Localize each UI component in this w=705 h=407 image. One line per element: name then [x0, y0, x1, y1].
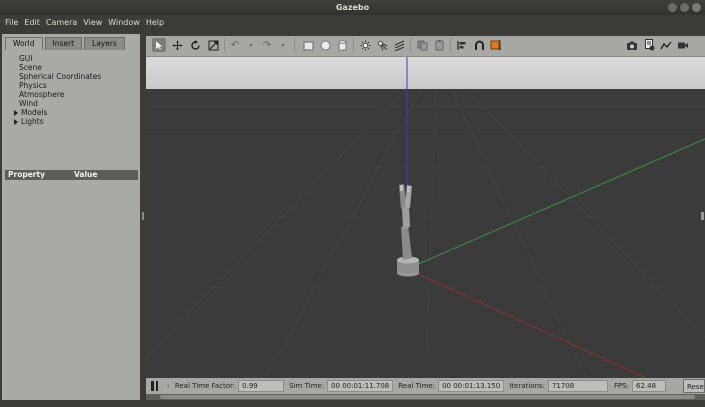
expand-arrow-icon[interactable]: [14, 119, 18, 125]
undo-icon[interactable]: ↶: [228, 38, 242, 52]
menu-file[interactable]: File: [4, 15, 23, 30]
sphere-icon[interactable]: [318, 38, 332, 52]
toolbar-separator: [224, 39, 225, 52]
close-button[interactable]: [692, 3, 701, 12]
tab-insert[interactable]: Insert: [44, 37, 83, 50]
align-icon[interactable]: [455, 38, 469, 52]
minimize-button[interactable]: [668, 3, 677, 12]
property-table-header: Property Value: [5, 170, 138, 180]
step-arrow-icon[interactable]: ›: [167, 382, 170, 390]
property-column-header[interactable]: Property: [8, 170, 45, 180]
window-title-bar: Gazebo: [0, 0, 705, 15]
right-panel-handle[interactable]: [701, 212, 704, 220]
menu-view[interactable]: View: [82, 15, 107, 30]
iterations-label: Iterations:: [509, 382, 545, 390]
tree-item-models[interactable]: Models: [14, 108, 47, 117]
tree-item-gui[interactable]: GUI: [19, 54, 33, 63]
real-time-factor-label: Real Time Factor:: [174, 382, 236, 390]
tab-world[interactable]: World: [5, 37, 43, 50]
tree-item-scene[interactable]: Scene: [19, 63, 42, 72]
render-area: ↶ ▾ ↷ ▾ › Real Time Factor: 0.99 Sim Tim…: [146, 36, 705, 400]
spot-light-icon[interactable]: [375, 38, 389, 52]
menu-edit[interactable]: Edit: [23, 15, 45, 30]
point-light-icon[interactable]: [358, 38, 372, 52]
scene-toolbar: ↶ ▾ ↷ ▾: [146, 36, 705, 57]
tree-item-spherical-coordinates[interactable]: Spherical Coordinates: [19, 72, 101, 81]
tree-item-physics[interactable]: Physics: [19, 81, 47, 90]
fps-label: FPS:: [613, 382, 629, 390]
sim-time-value: 00 00:01:11.708: [327, 380, 394, 392]
ground-plane: [146, 89, 705, 378]
toolbar-separator: [410, 39, 411, 52]
3d-viewport[interactable]: [146, 57, 705, 378]
screenshot-icon[interactable]: [625, 38, 639, 52]
fps-value: 62.48: [632, 380, 666, 392]
cylinder-icon[interactable]: [335, 38, 349, 52]
menu-camera[interactable]: Camera: [45, 15, 82, 30]
video-icon[interactable]: [676, 38, 690, 52]
toolbar-separator: [450, 39, 451, 52]
box-icon[interactable]: [301, 38, 315, 52]
expand-arrow-icon[interactable]: [14, 110, 18, 116]
redo-icon[interactable]: ↷: [260, 38, 274, 52]
paste-icon[interactable]: [432, 38, 446, 52]
translate-icon[interactable]: [170, 38, 184, 52]
reset-time-button[interactable]: Reset: [683, 379, 705, 393]
scale-icon[interactable]: [206, 38, 220, 52]
sky: [146, 57, 705, 89]
window-controls: [668, 3, 701, 12]
status-bar: › Real Time Factor: 0.99 Sim Time: 00 00…: [146, 378, 705, 394]
real-time-value: 00 00:01:13.150: [438, 380, 505, 392]
tree-item-lights[interactable]: Lights: [14, 117, 44, 126]
maximize-button[interactable]: [680, 3, 689, 12]
tree-item-models-label: Models: [21, 108, 48, 117]
tree-item-wind[interactable]: Wind: [19, 99, 38, 108]
menu-help[interactable]: Help: [145, 15, 169, 30]
left-panel-tabs: World Insert Layers: [5, 37, 125, 50]
copy-icon[interactable]: [415, 38, 429, 52]
tree-item-atmosphere[interactable]: Atmosphere: [19, 90, 64, 99]
left-panel: World Insert Layers GUI Scene Spherical …: [2, 34, 140, 400]
real-time-label: Real Time:: [398, 382, 436, 390]
plot-icon[interactable]: [659, 38, 673, 52]
toolbar-separator: [353, 39, 354, 52]
directional-light-icon[interactable]: [392, 38, 406, 52]
redo-dropdown-icon[interactable]: ▾: [276, 38, 290, 52]
sim-time-label: Sim Time:: [289, 382, 325, 390]
menu-window[interactable]: Window: [107, 15, 145, 30]
rotate-icon[interactable]: [188, 38, 202, 52]
snap-icon[interactable]: [472, 38, 486, 52]
scene-canvas[interactable]: [146, 57, 705, 378]
menu-bar: File Edit Camera View Window Help: [0, 15, 705, 30]
value-column-header[interactable]: Value: [74, 170, 97, 180]
real-time-factor-value: 0.99: [238, 380, 285, 392]
tree-item-lights-label: Lights: [21, 117, 44, 126]
select-arrow-icon[interactable]: [152, 38, 166, 52]
horizontal-scrollbar[interactable]: [146, 394, 705, 400]
iterations-value: 71708: [547, 380, 608, 392]
log-icon[interactable]: [642, 38, 656, 52]
toolbar-separator: [294, 39, 295, 52]
world-tree: GUI Scene Spherical Coordinates Physics …: [5, 50, 138, 172]
pause-button[interactable]: [151, 381, 159, 391]
tab-layers[interactable]: Layers: [84, 37, 125, 50]
window-title: Gazebo: [335, 3, 370, 12]
splitter-handle[interactable]: [142, 212, 144, 220]
view-angle-icon[interactable]: [489, 38, 503, 52]
undo-dropdown-icon[interactable]: ▾: [244, 38, 258, 52]
scrollbar-thumb[interactable]: [160, 395, 695, 399]
